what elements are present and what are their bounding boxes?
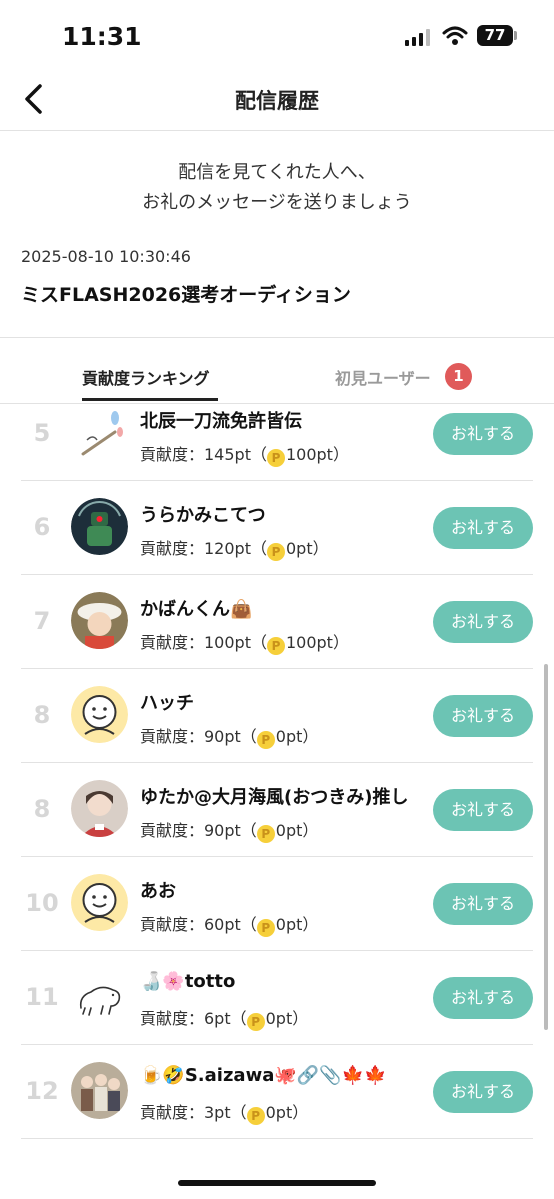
tab-contribution-ranking[interactable]: 貢献度ランキング [82,365,210,389]
point-coin-icon: P [256,825,275,843]
cellular-signal-icon [405,29,430,46]
tab-bar: 貢献度ランキング 初見ユーザー 1 [0,339,554,404]
point-coin-icon: P [266,543,285,561]
battery-level: 77 [484,26,506,44]
contribution-label: 貢献度：3pt（ [140,1103,247,1122]
contribution-score: 貢献度：120pt（ P 0pt） [140,535,329,561]
list-item: 8 ハッチ 貢献度：90pt（ P 0pt） お礼する [21,668,533,763]
sketch-avatar [71,404,128,461]
list-item: 5 北辰一刀流免許皆伝 貢献度：145pt（ P 100pt） お礼する [21,404,533,481]
contribution-label: 貢献度：6pt（ [140,1009,247,1028]
contribution-label: 貢献度：90pt（ [140,821,257,840]
thank-button[interactable]: お礼する [433,601,533,643]
page-title: 配信履歴 [235,89,319,113]
stream-title: ミスFLASH2026選考オーディション [21,284,351,306]
thank-button[interactable]: お礼する [433,789,533,831]
rank-number: 11 [25,983,59,1011]
animal-sketch-avatar [71,968,128,1025]
contribution-score: 貢献度：145pt（ P 100pt） [140,441,349,467]
contribution-score: 貢献度：60pt（ P 0pt） [140,911,318,937]
rank-number: 12 [25,1077,59,1105]
rank-number: 10 [25,889,59,917]
contribution-label: 貢献度：90pt（ [140,727,257,746]
scrollbar[interactable] [544,664,548,1030]
tab-first-time-users[interactable]: 初見ユーザー [335,365,431,389]
status-time: 11:31 [62,22,142,51]
contribution-label: 貢献度：100pt（ [140,633,267,652]
list-item: 12 🍺🤣S.aizawa🐙🔗📎🍁🍁 貢献度：3pt（ P 0pt） お礼する [21,1044,533,1139]
thank-button[interactable]: お礼する [433,977,533,1019]
user-name: ゆたか@大月海風(おつきみ)推し [140,787,409,808]
user-name: ハッチ [140,693,194,714]
battery-icon: 77 [477,25,513,46]
point-value: 100pt） [285,633,349,652]
status-bar: 11:31 77 [0,0,554,70]
rank-number: 8 [33,795,51,823]
user-name: 北辰一刀流免許皆伝 [140,411,302,432]
user-name: かばんくん👜 [140,599,253,620]
point-value: 0pt） [285,539,329,558]
photo-avatar [71,780,128,837]
contribution-score: 貢献度：90pt（ P 0pt） [140,723,318,749]
thank-button[interactable]: お礼する [433,507,533,549]
point-coin-icon: P [256,919,275,937]
point-coin-icon: P [266,637,285,655]
contribution-score: 貢献度：90pt（ P 0pt） [140,817,318,843]
contribution-label: 貢献度：145pt（ [140,445,267,464]
contribution-score: 貢献度：100pt（ P 100pt） [140,629,349,655]
active-tab-indicator [82,398,218,401]
thank-button[interactable]: お礼する [433,413,533,455]
user-name: あお [140,881,176,902]
point-value: 0pt） [265,1009,309,1028]
list-item: 7 かばんくん👜 貢献度：100pt（ P 100pt） お礼する [21,574,533,669]
group-photo-avatar [71,1062,128,1119]
battery-tip [514,31,517,40]
point-coin-icon: P [256,731,275,749]
robot-avatar [71,498,128,555]
character-avatar [71,592,128,649]
user-name: 🍶🌸totto [140,971,236,992]
rank-number: 6 [33,513,51,541]
rank-number: 7 [33,607,51,635]
point-value: 0pt） [275,727,319,746]
thank-button[interactable]: お礼する [433,1071,533,1113]
point-coin-icon: P [246,1013,265,1031]
thank-prompt: 配信を見てくれた人へ、 お礼のメッセージを送りましょう [0,158,554,218]
list-item: 11 🍶🌸totto 貢献度：6pt（ P 0pt） お礼する [21,950,533,1045]
default-face-avatar [71,686,128,743]
thank-prompt-line1: 配信を見てくれた人へ、 [178,162,376,183]
list-item: 8 ゆたか@大月海風(おつきみ)推し 貢献度：90pt（ P 0pt） お礼する [21,762,533,857]
wifi-icon [442,26,468,45]
contribution-label: 貢献度：60pt（ [140,915,257,934]
contribution-score: 貢献度：6pt（ P 0pt） [140,1005,308,1031]
point-value: 0pt） [275,821,319,840]
divider [0,337,554,338]
contribution-label: 貢献度：120pt（ [140,539,267,558]
point-value: 0pt） [265,1103,309,1122]
rank-number: 5 [33,419,51,447]
first-time-count-badge: 1 [445,363,472,390]
point-value: 0pt） [275,915,319,934]
point-value: 100pt） [285,445,349,464]
default-face-avatar [71,874,128,931]
thank-button[interactable]: お礼する [433,883,533,925]
stream-date: 2025-08-10 10:30:46 [21,247,191,266]
point-coin-icon: P [266,449,285,467]
rank-number: 8 [33,701,51,729]
point-coin-icon: P [246,1107,265,1125]
thank-button[interactable]: お礼する [433,695,533,737]
list-item: 10 あお 貢献度：60pt（ P 0pt） お礼する [21,856,533,951]
user-name: うらかみこてつ [140,505,266,526]
nav-bar: 配信履歴 [0,70,554,131]
home-indicator[interactable] [178,1180,376,1186]
list-item: 6 うらかみこてつ 貢献度：120pt（ P 0pt） お礼する [21,480,533,575]
ranking-list[interactable]: 5 北辰一刀流免許皆伝 貢献度：145pt（ P 100pt） お礼する 6 うらか… [0,404,554,1144]
contribution-score: 貢献度：3pt（ P 0pt） [140,1099,308,1125]
thank-prompt-line2: お礼のメッセージを送りましょう [142,192,412,213]
user-name: 🍺🤣S.aizawa🐙🔗📎🍁🍁 [140,1065,387,1086]
